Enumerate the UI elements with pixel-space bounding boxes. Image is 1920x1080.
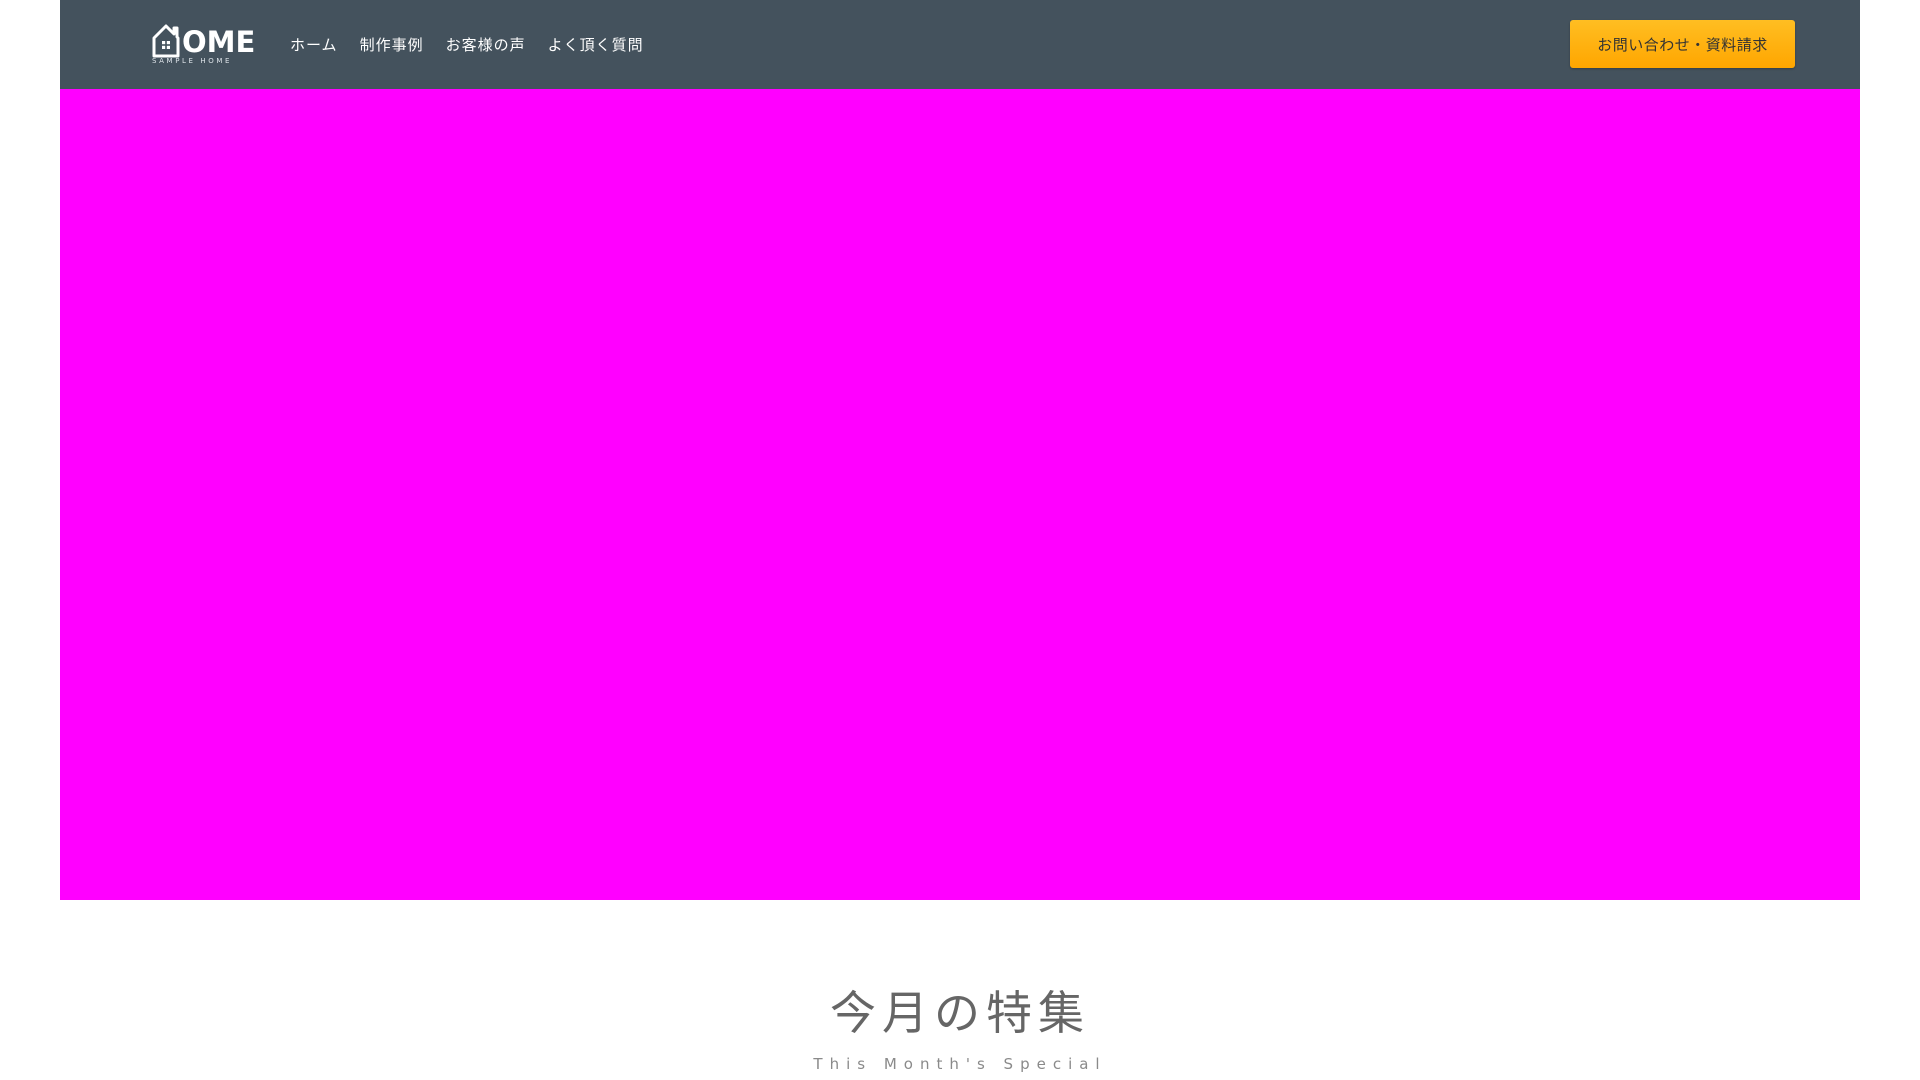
section-title: 今月の特集 bbox=[830, 986, 1090, 1040]
site-logo[interactable]: OME SAMPLE HOME bbox=[151, 20, 255, 68]
nav-item-home[interactable]: ホーム bbox=[290, 34, 338, 55]
section-subtitle: This Month's Special bbox=[813, 1055, 1107, 1073]
logo-wordmark: OME bbox=[151, 20, 255, 58]
house-icon bbox=[152, 24, 180, 58]
contact-request-button[interactable]: お問い合わせ・資料請求 bbox=[1570, 20, 1795, 68]
nav-item-voices[interactable]: お客様の声 bbox=[446, 34, 526, 55]
main-nav: ホーム 制作事例 お客様の声 よく頂く質問 bbox=[290, 0, 666, 89]
nav-item-works[interactable]: 制作事例 bbox=[360, 34, 424, 55]
page: OME SAMPLE HOME ホーム 制作事例 お客様の声 よく頂く質問 お問… bbox=[0, 0, 1920, 1080]
featured-section-header: 今月の特集 This Month's Special bbox=[0, 985, 1920, 1073]
site-container: OME SAMPLE HOME ホーム 制作事例 お客様の声 よく頂く質問 お問… bbox=[60, 0, 1860, 900]
site-header: OME SAMPLE HOME ホーム 制作事例 お客様の声 よく頂く質問 お問… bbox=[60, 0, 1860, 89]
logo-text: OME bbox=[182, 25, 256, 59]
hero-image-placeholder bbox=[60, 89, 1860, 900]
nav-item-faq[interactable]: よく頂く質問 bbox=[548, 34, 644, 55]
logo-tagline: SAMPLE HOME bbox=[152, 57, 233, 65]
